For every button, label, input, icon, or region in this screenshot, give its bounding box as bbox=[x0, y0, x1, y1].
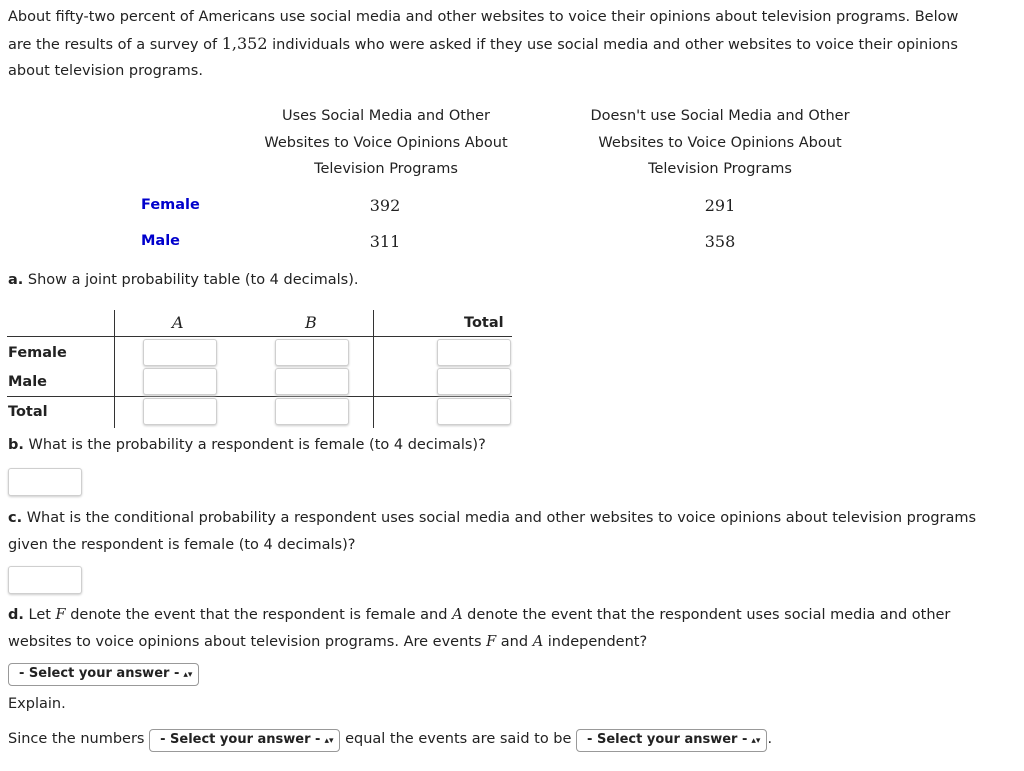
question-d: d. Let F denote the event that the respo… bbox=[8, 607, 951, 650]
total-a-input[interactable] bbox=[143, 398, 217, 425]
question-c: c. What is the conditional probability a… bbox=[8, 510, 977, 553]
updown-arrow-icon: ▴▾ bbox=[324, 736, 334, 746]
col-header-total: Total bbox=[464, 315, 504, 331]
female-a-input[interactable] bbox=[143, 339, 217, 366]
divider bbox=[114, 310, 115, 428]
col-header-b: B bbox=[305, 313, 317, 332]
divider bbox=[7, 396, 512, 397]
male-total-input[interactable] bbox=[437, 368, 511, 395]
question-b: b. What is the probability a respondent … bbox=[8, 437, 486, 453]
female-uses-value: 392 bbox=[369, 196, 401, 215]
female-total-input[interactable] bbox=[437, 339, 511, 366]
male-not-value: 358 bbox=[704, 232, 736, 251]
male-a-input[interactable] bbox=[143, 368, 217, 395]
male-uses-value: 311 bbox=[369, 232, 401, 251]
numbers-select[interactable]: - Select your answer - ▴▾ bbox=[149, 729, 341, 752]
explain-label: Explain. bbox=[8, 696, 66, 712]
answer-c-input[interactable] bbox=[8, 566, 82, 594]
independent-select[interactable]: - Select your answer - ▴▾ bbox=[8, 663, 200, 686]
explain-sentence: Since the numbers - Select your answer -… bbox=[8, 729, 772, 752]
updown-arrow-icon: ▴▾ bbox=[183, 670, 193, 680]
female-not-value: 291 bbox=[704, 196, 736, 215]
divider bbox=[7, 336, 512, 337]
question-a: a. Show a joint probability table (to 4 … bbox=[8, 272, 359, 288]
row-label-female: Female bbox=[8, 345, 67, 361]
row-label-male: Male bbox=[141, 233, 181, 249]
male-b-input[interactable] bbox=[275, 368, 349, 395]
intro-text: About fifty-two percent of Americans use… bbox=[8, 9, 959, 79]
col-header-uses: Uses Social Media and Other Websites to … bbox=[264, 108, 508, 177]
row-label-male: Male bbox=[8, 374, 48, 390]
row-label-total: Total bbox=[8, 404, 48, 420]
row-label-female: Female bbox=[141, 197, 200, 213]
updown-arrow-icon: ▴▾ bbox=[751, 736, 761, 746]
events-select[interactable]: - Select your answer - ▴▾ bbox=[576, 729, 768, 752]
divider bbox=[373, 310, 374, 428]
total-total-input[interactable] bbox=[437, 398, 511, 425]
answer-b-input[interactable] bbox=[8, 468, 82, 496]
joint-probability-table: A B Total Female Male Total bbox=[0, 308, 520, 430]
col-header-not-uses: Doesn't use Social Media and Other Websi… bbox=[590, 108, 850, 177]
female-b-input[interactable] bbox=[275, 339, 349, 366]
total-b-input[interactable] bbox=[275, 398, 349, 425]
col-header-a: A bbox=[172, 313, 184, 332]
